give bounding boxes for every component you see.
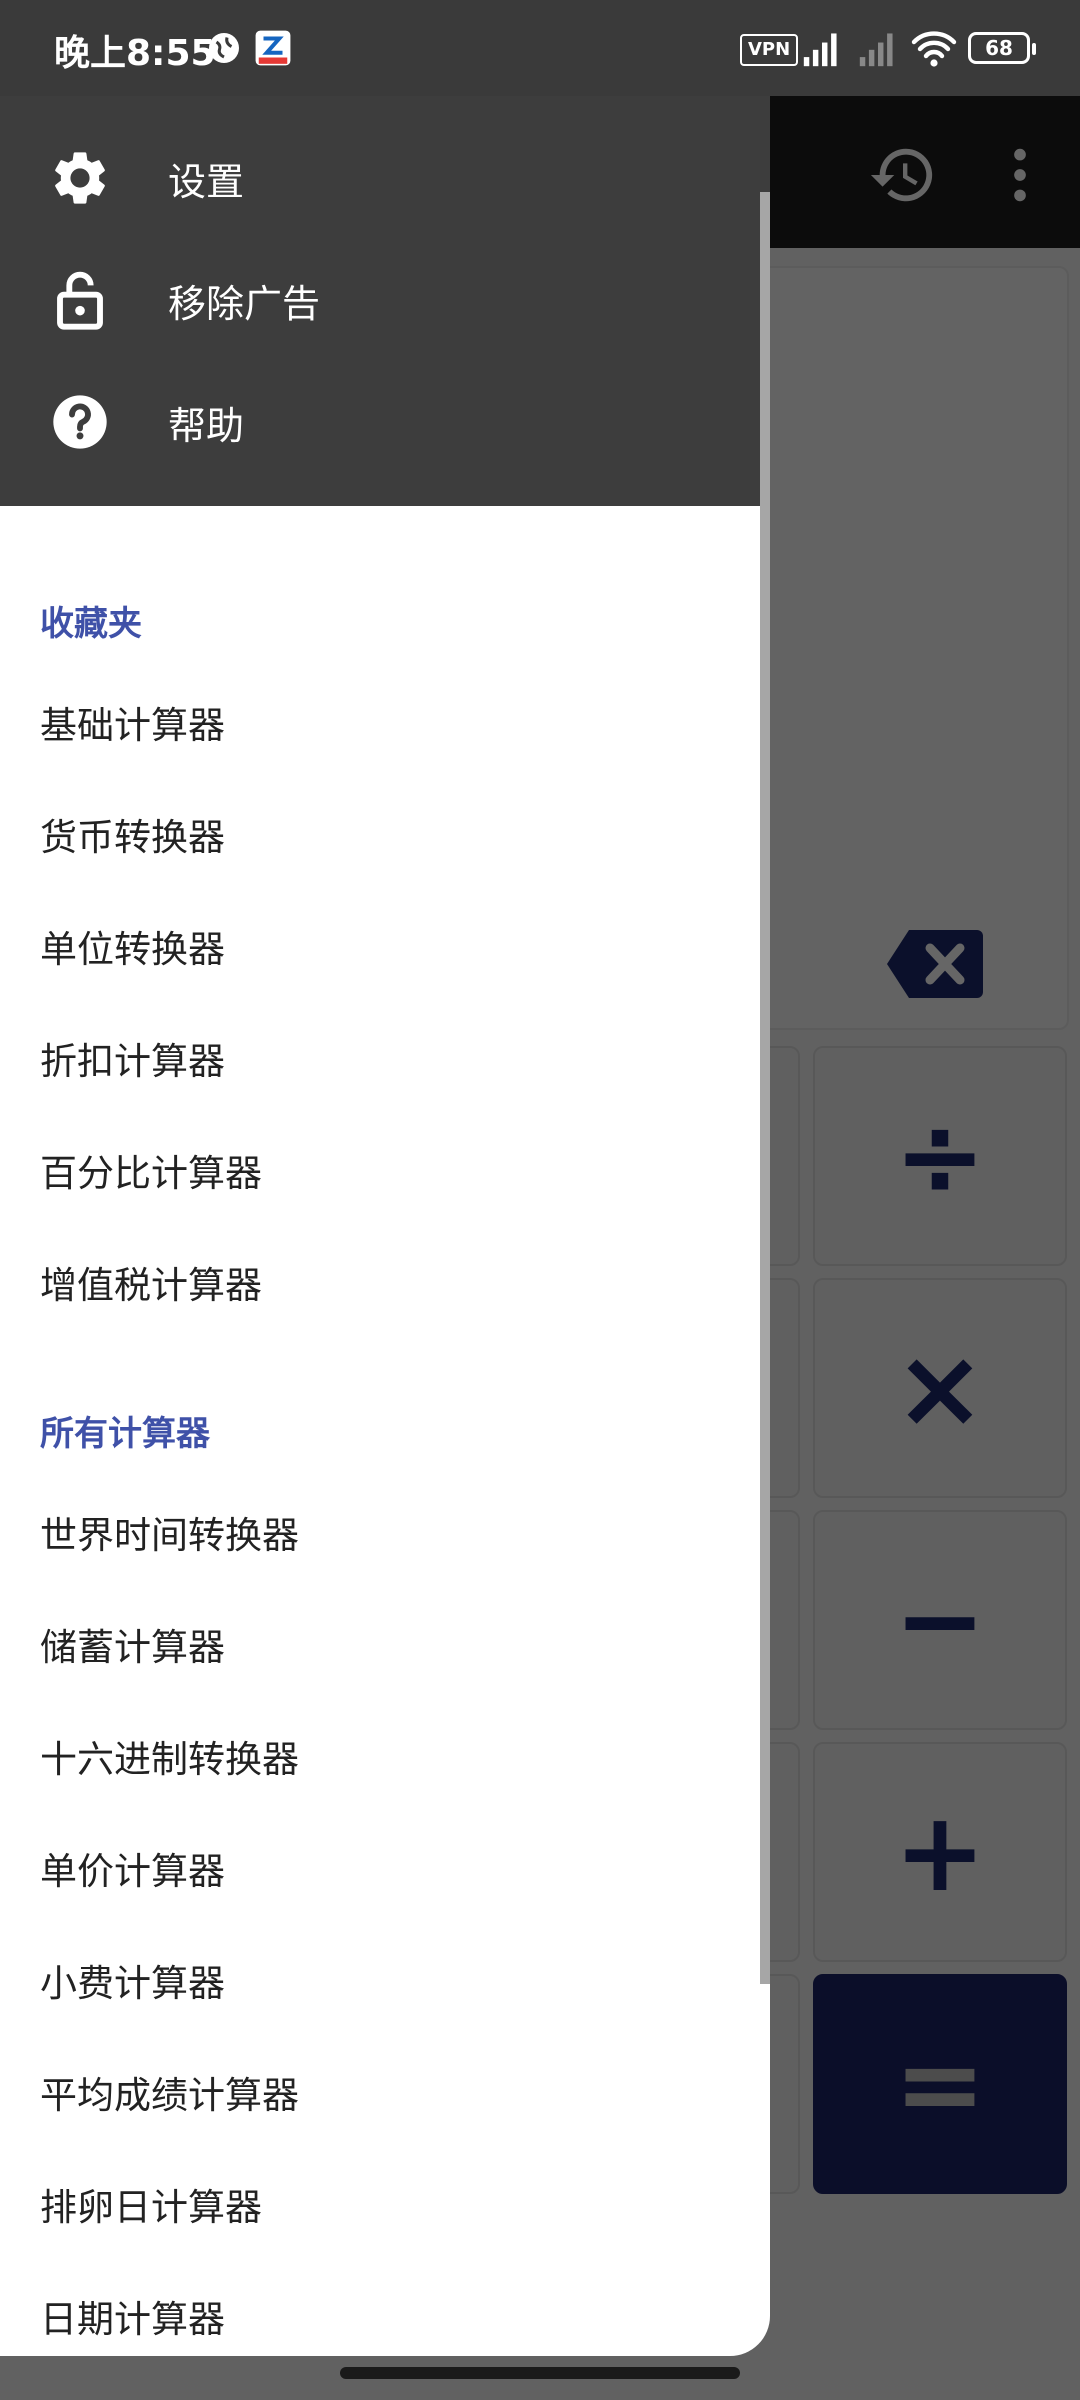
- menu-item-favorite[interactable]: 单位转换器: [40, 896, 740, 996]
- unlock-icon: [57, 271, 103, 330]
- app-notification-icon: [255, 30, 291, 66]
- menu-item-favorite[interactable]: 增值税计算器: [40, 1232, 740, 1332]
- home-indicator[interactable]: [340, 2367, 740, 2379]
- drawer-header: 设置 移除广告 帮助: [0, 96, 770, 506]
- menu-item-calculator[interactable]: 储蓄计算器: [40, 1594, 740, 1694]
- signal-no-service-icon: [859, 33, 893, 67]
- navigation-drawer: 设置 移除广告 帮助 收藏夹 基础计算器 货币转换器 单位转换器 折扣计算器 百…: [0, 96, 770, 2356]
- menu-item-favorite[interactable]: 货币转换器: [40, 784, 740, 884]
- menu-item-calculator[interactable]: 小费计算器: [40, 1930, 740, 2030]
- wifi-icon: [911, 31, 957, 67]
- drawer-scrollbar[interactable]: [760, 192, 770, 1984]
- drawer-item-label: 移除广告: [168, 281, 321, 326]
- menu-item-calculator[interactable]: 排卵日计算器: [40, 2154, 740, 2254]
- signal-hd-icon: [803, 33, 837, 67]
- section-title-favorites: 收藏夹: [40, 604, 142, 644]
- drawer-item-remove-ads[interactable]: 移除广告: [0, 240, 770, 360]
- help-icon: [53, 395, 107, 449]
- gear-icon: [55, 152, 105, 204]
- menu-item-calculator[interactable]: 日期计算器: [40, 2266, 740, 2356]
- menu-item-favorite[interactable]: 基础计算器: [40, 672, 740, 772]
- drawer-item-settings[interactable]: 设置: [0, 118, 770, 238]
- menu-item-calculator[interactable]: 单价计算器: [40, 1818, 740, 1918]
- menu-item-favorite[interactable]: 折扣计算器: [40, 1008, 740, 1108]
- drawer-item-help[interactable]: 帮助: [0, 362, 770, 482]
- drawer-item-label: 帮助: [168, 403, 245, 448]
- menu-item-calculator[interactable]: 世界时间转换器: [40, 1482, 740, 1582]
- menu-item-calculator[interactable]: 平均成绩计算器: [40, 2042, 740, 2142]
- vpn-badge: VPN: [740, 34, 799, 66]
- drawer-item-label: 设置: [168, 159, 245, 204]
- status-time: 晚上8:55: [54, 33, 216, 74]
- globe-icon: [209, 33, 239, 63]
- menu-item-favorite[interactable]: 百分比计算器: [40, 1120, 740, 1220]
- menu-item-calculator[interactable]: 十六进制转换器: [40, 1706, 740, 1806]
- status-bar: 晚上8:55 VPN 68: [0, 0, 1080, 96]
- section-title-all-calculators: 所有计算器: [40, 1414, 210, 1454]
- battery-indicator: 68: [968, 32, 1036, 64]
